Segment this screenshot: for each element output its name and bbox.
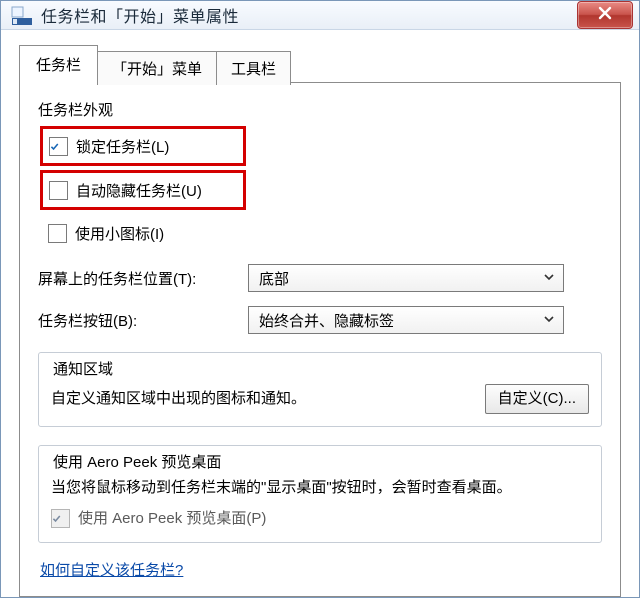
text-notification-desc: 自定义通知区域中出现的图标和通知。 xyxy=(51,388,473,411)
chevron-down-icon xyxy=(541,270,557,287)
row-taskbar-position: 屏幕上的任务栏位置(T): 底部 xyxy=(38,264,602,292)
tab-taskbar[interactable]: 任务栏 xyxy=(19,45,98,83)
label-lock-taskbar: 锁定任务栏(L) xyxy=(76,136,169,157)
select-taskbar-position[interactable]: 底部 xyxy=(248,264,564,292)
legend-notification-area: 通知区域 xyxy=(51,361,115,378)
tab-strip: 任务栏 「开始」菜单 工具栏 xyxy=(19,44,621,82)
close-button[interactable] xyxy=(577,1,633,29)
help-link[interactable]: 如何自定义该任务栏? xyxy=(40,559,183,580)
group-notification-area: 通知区域 自定义通知区域中出现的图标和通知。 自定义(C)... xyxy=(38,352,602,427)
group-aero-peek: 使用 Aero Peek 预览桌面 当您将鼠标移动到任务栏末端的"显示桌面"按钮… xyxy=(38,445,602,543)
chevron-down-icon xyxy=(541,312,557,329)
client-area: 任务栏 「开始」菜单 工具栏 任务栏外观 锁定任务栏(L) 自动隐藏任务栏(U) xyxy=(1,30,639,598)
select-taskbar-buttons[interactable]: 始终合并、隐藏标签 xyxy=(248,306,564,334)
taskbar-icon xyxy=(11,4,33,26)
label-autohide-taskbar: 自动隐藏任务栏(U) xyxy=(76,180,202,201)
row-taskbar-buttons: 任务栏按钮(B): 始终合并、隐藏标签 xyxy=(38,306,602,334)
text-aero-desc: 当您将鼠标移动到任务栏末端的"显示桌面"按钮时，会暂时查看桌面。 xyxy=(51,477,589,500)
section-title-appearance: 任务栏外观 xyxy=(38,99,602,120)
properties-window: 任务栏和「开始」菜单属性 任务栏 「开始」菜单 工具栏 任务栏外观 锁定任务栏(… xyxy=(0,0,640,598)
select-taskbar-buttons-value: 始终合并、隐藏标签 xyxy=(259,310,541,331)
close-icon xyxy=(598,6,612,24)
tab-startmenu[interactable]: 「开始」菜单 xyxy=(97,51,217,85)
checkbox-small-icons[interactable] xyxy=(48,224,67,243)
label-taskbar-position: 屏幕上的任务栏位置(T): xyxy=(38,268,238,289)
checkbox-lock-taskbar[interactable] xyxy=(49,137,68,156)
tab-panel-taskbar: 任务栏外观 锁定任务栏(L) 自动隐藏任务栏(U) 使用小图标(I) xyxy=(19,82,621,597)
label-taskbar-buttons: 任务栏按钮(B): xyxy=(38,310,238,331)
label-aero-peek: 使用 Aero Peek 预览桌面(P) xyxy=(78,508,266,531)
window-title: 任务栏和「开始」菜单属性 xyxy=(41,3,577,27)
highlight-lock-taskbar: 锁定任务栏(L) xyxy=(40,126,246,166)
customize-button[interactable]: 自定义(C)... xyxy=(485,384,589,414)
tab-toolbars[interactable]: 工具栏 xyxy=(216,51,291,85)
highlight-autohide-taskbar: 自动隐藏任务栏(U) xyxy=(40,170,246,210)
legend-aero-peek: 使用 Aero Peek 预览桌面 xyxy=(51,454,223,471)
row-small-icons: 使用小图标(I) xyxy=(44,216,602,250)
label-small-icons: 使用小图标(I) xyxy=(75,223,164,244)
title-bar: 任务栏和「开始」菜单属性 xyxy=(1,1,639,30)
checkbox-aero-peek[interactable] xyxy=(51,509,70,528)
select-taskbar-position-value: 底部 xyxy=(259,268,541,289)
checkbox-autohide-taskbar[interactable] xyxy=(49,181,68,200)
